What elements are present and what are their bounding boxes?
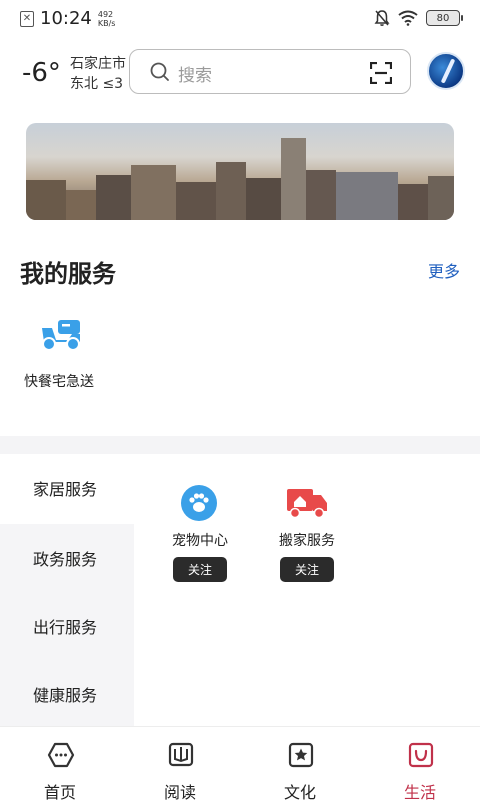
city-banner-image[interactable]: [26, 123, 454, 220]
delivery-scooter-icon: [42, 320, 80, 351]
moving-truck-icon: [287, 489, 327, 519]
search-input[interactable]: 搜索: [129, 49, 411, 94]
life-icon: [408, 742, 434, 768]
service-card-moving[interactable]: 搬家服务 关注: [262, 485, 352, 585]
tab-label: 阅读: [163, 783, 196, 802]
search-icon: [150, 62, 169, 81]
follow-button[interactable]: 关注: [173, 557, 227, 582]
scan-icon[interactable]: [370, 62, 392, 84]
tab-reading[interactable]: 阅读: [140, 735, 220, 802]
weather-location[interactable]: 石家庄市 东北 ≤3: [70, 54, 126, 94]
tab-label: 首页: [43, 783, 76, 802]
city-name: 石家庄市: [70, 56, 126, 72]
wifi-icon: [398, 10, 418, 26]
notification-x-icon: ✕: [20, 10, 34, 27]
category-travel-services[interactable]: 出行服务: [0, 592, 134, 660]
category-home-services[interactable]: 家居服务: [0, 454, 134, 522]
book-icon: [168, 742, 194, 767]
tab-life[interactable]: 生活: [380, 735, 460, 802]
star-icon: [288, 742, 314, 768]
status-time: 10:24: [40, 8, 92, 29]
pet-center-label: 宠物中心: [172, 533, 228, 549]
my-services-title: 我的服务: [20, 260, 116, 288]
category-government-services[interactable]: 政务服务: [0, 524, 134, 592]
weather-temperature[interactable]: -6°: [22, 58, 61, 88]
header: -6° 石家庄市 东北 ≤3 搜索: [0, 44, 480, 102]
network-speed: 492 KB/s: [97, 9, 116, 28]
tab-culture[interactable]: 文化: [260, 735, 340, 802]
category-health-services[interactable]: 健康服务: [0, 660, 134, 728]
tab-label: 文化: [283, 783, 316, 802]
battery-indicator: 80: [426, 10, 463, 26]
follow-button[interactable]: 关注: [280, 557, 334, 582]
moving-service-label: 搬家服务: [279, 533, 335, 549]
avatar[interactable]: [427, 52, 465, 90]
service-card-pet-center[interactable]: 宠物中心 关注: [155, 485, 245, 585]
service-item-label: 快餐宅急送: [24, 374, 94, 390]
bottom-tab-bar: 首页 阅读 文化 生活: [0, 726, 480, 802]
mute-bell-icon: [374, 10, 390, 26]
search-placeholder: 搜索: [178, 66, 212, 86]
home-icon: [47, 742, 75, 768]
paw-icon: [181, 485, 217, 521]
more-link[interactable]: 更多: [428, 258, 460, 282]
category-sidebar: 家居服务 政务服务 出行服务 健康服务: [0, 454, 134, 728]
status-bar: ✕ 10:24 492 KB/s 80: [0, 0, 480, 38]
wind-info: 东北 ≤3: [70, 76, 124, 92]
tab-label: 生活: [403, 783, 436, 802]
section-divider: [0, 436, 480, 454]
tab-home[interactable]: 首页: [20, 735, 100, 802]
